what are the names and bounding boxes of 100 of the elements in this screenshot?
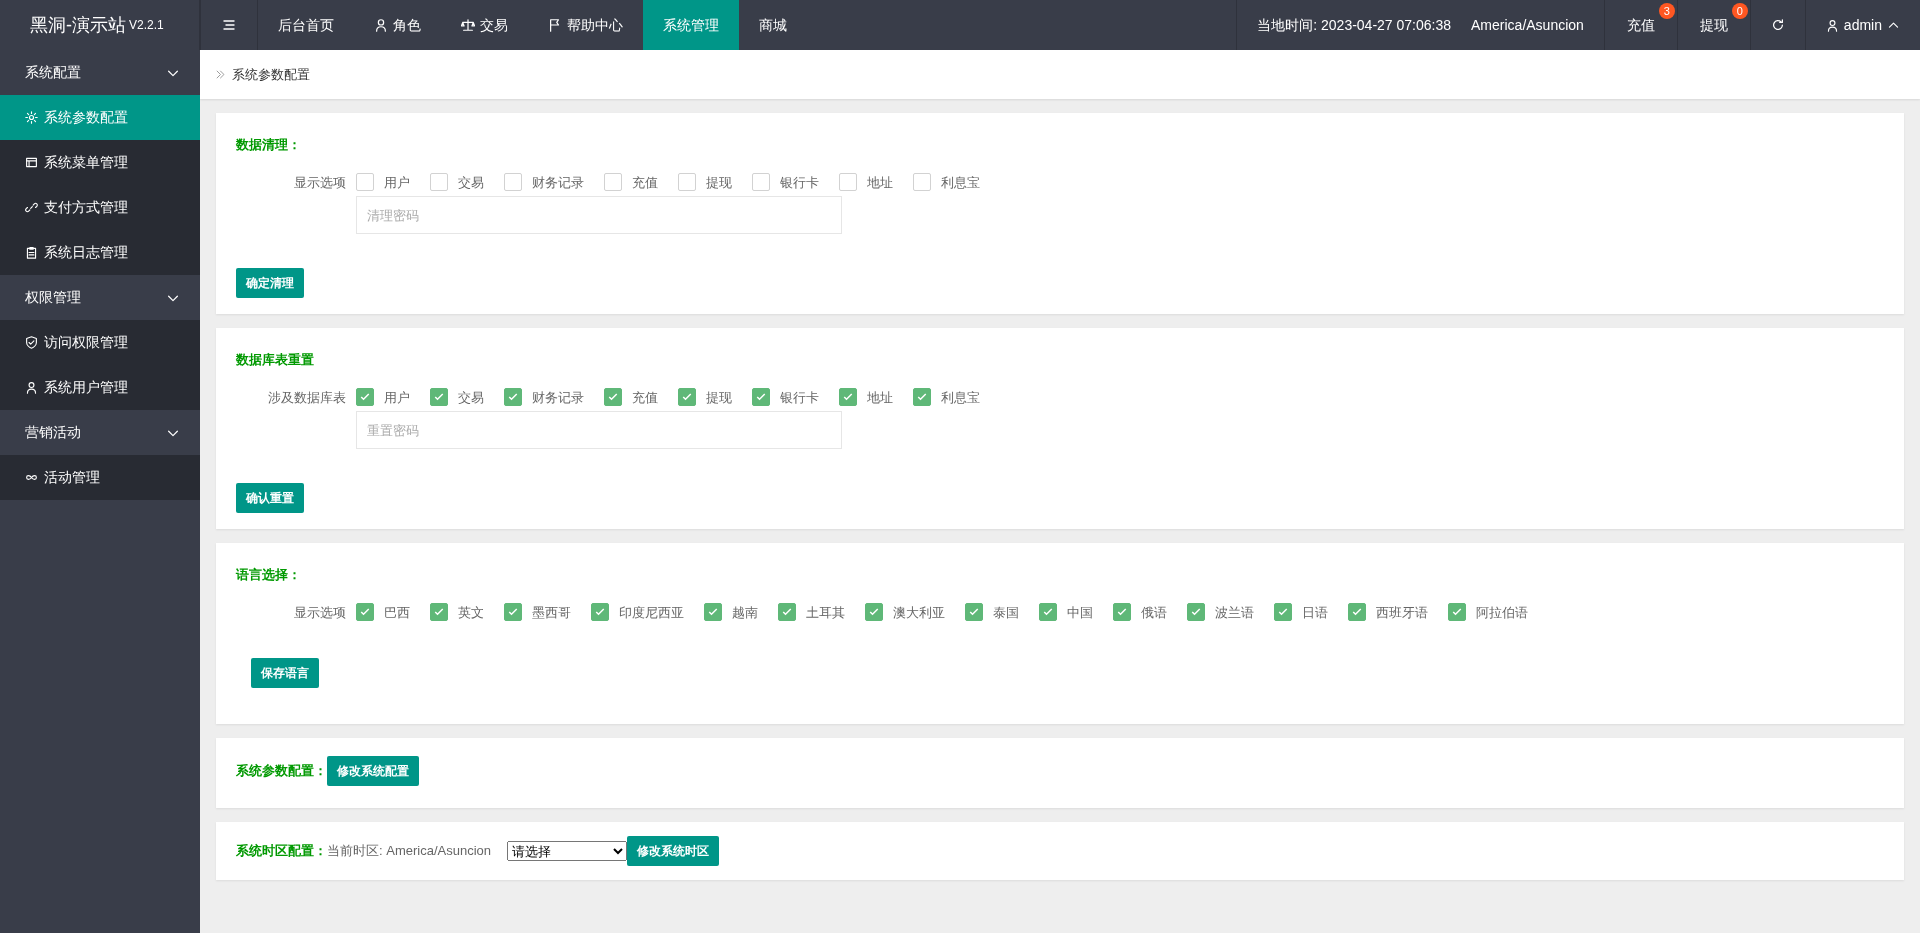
checkbox[interactable] <box>865 603 883 622</box>
checkbox-label: 波兰语 <box>1215 603 1254 622</box>
checkbox-label: 用户 <box>384 173 410 192</box>
count-badge: 0 <box>1731 2 1748 19</box>
checkbox[interactable] <box>430 388 448 407</box>
nav-tab[interactable]: 商城 <box>739 0 807 50</box>
section-title: 系统参数配置： <box>236 762 327 781</box>
submit-button[interactable]: 确认重置 <box>236 483 304 513</box>
password-field[interactable]: 重置密码 <box>356 411 842 449</box>
checkbox-label: 利息宝 <box>941 388 980 407</box>
checkbox[interactable] <box>752 173 770 192</box>
version-label: V2.2.1 <box>129 18 164 32</box>
checkbox-label: 银行卡 <box>780 173 819 192</box>
section-title: 语言选择： <box>236 566 302 584</box>
checkbox[interactable] <box>678 173 696 192</box>
section-title: 系统时区配置： <box>236 842 327 861</box>
checkbox-label: 提现 <box>706 173 732 192</box>
checkbox-label: 阿拉伯语 <box>1476 603 1528 622</box>
submit-button[interactable]: 保存语言 <box>251 658 319 688</box>
sidebar-item[interactable]: 系统用户管理 <box>0 365 200 410</box>
checkbox-label: 俄语 <box>1141 603 1167 622</box>
submit-button[interactable]: 修改系统时区 <box>627 836 719 866</box>
checkbox[interactable] <box>1448 603 1466 622</box>
checkbox[interactable] <box>1187 603 1205 622</box>
timezone-select[interactable]: 请选择 <box>507 841 627 861</box>
sidebar-item[interactable]: 系统菜单管理 <box>0 140 200 185</box>
checkbox-label: 财务记录 <box>532 388 584 407</box>
checkbox-label: 英文 <box>458 603 484 622</box>
section-title: 数据库表重置 <box>236 351 315 369</box>
submit-button[interactable]: 修改系统配置 <box>327 756 419 786</box>
current-timezone-text: 当前时区: America/Asuncion <box>327 842 491 861</box>
checkbox-label: 巴西 <box>384 603 410 622</box>
checkbox[interactable] <box>913 173 931 192</box>
nav-tab[interactable]: 帮助中心 <box>528 0 643 50</box>
checkbox-label: 日语 <box>1302 603 1328 622</box>
scale-icon <box>461 18 475 32</box>
checkbox-label: 澳大利亚 <box>893 603 945 622</box>
gear-icon <box>25 111 38 124</box>
window-icon <box>25 156 38 169</box>
user-icon <box>1825 18 1839 32</box>
checkbox[interactable] <box>839 388 857 407</box>
checkbox[interactable] <box>965 603 983 622</box>
timezone-text: America/Asuncion <box>1471 15 1584 35</box>
nav-tab[interactable]: 系统管理 <box>643 0 739 50</box>
checkbox[interactable] <box>1274 603 1292 622</box>
checkbox-label: 地址 <box>867 388 893 407</box>
checkbox[interactable] <box>1348 603 1366 622</box>
link-icon <box>25 201 38 214</box>
checkbox[interactable] <box>1039 603 1057 622</box>
checkbox[interactable] <box>356 388 374 407</box>
checkbox[interactable] <box>591 603 609 622</box>
checkbox[interactable] <box>356 603 374 622</box>
field-label: 显示选项 <box>293 603 347 622</box>
checkbox[interactable] <box>504 388 522 407</box>
checkbox[interactable] <box>430 603 448 622</box>
checkbox[interactable] <box>504 603 522 622</box>
user-icon <box>25 381 38 394</box>
checkbox-label: 印度尼西亚 <box>619 603 684 622</box>
sidebar-item[interactable]: 系统日志管理 <box>0 230 200 275</box>
nav-tab[interactable]: 角色 <box>354 0 441 50</box>
sidebar-item[interactable]: 系统参数配置 <box>0 95 200 140</box>
password-field[interactable]: 清理密码 <box>356 196 842 234</box>
refresh-icon <box>1770 18 1785 32</box>
flag-icon <box>548 18 562 32</box>
checkbox[interactable] <box>752 388 770 407</box>
submit-button[interactable]: 确定清理 <box>236 268 304 298</box>
checkbox[interactable] <box>1113 603 1131 622</box>
checkbox-label: 交易 <box>458 388 484 407</box>
count-badge: 3 <box>1658 2 1675 19</box>
sidebar-item[interactable]: 访问权限管理 <box>0 320 200 365</box>
checkbox-label: 土耳其 <box>806 603 845 622</box>
sidebar-item[interactable]: 支付方式管理 <box>0 185 200 230</box>
sidebar-item[interactable]: 活动管理 <box>0 455 200 500</box>
checkbox-label: 充值 <box>632 173 658 192</box>
field-label: 显示选项 <box>293 173 347 192</box>
checkbox-label: 中国 <box>1067 603 1093 622</box>
checkbox[interactable] <box>430 173 448 192</box>
checkbox[interactable] <box>504 173 522 192</box>
checkbox-label: 用户 <box>384 388 410 407</box>
checkbox[interactable] <box>704 603 722 622</box>
section-title: 数据清理： <box>236 136 302 154</box>
checkbox-label: 提现 <box>706 388 732 407</box>
nav-tab[interactable]: 交易 <box>441 0 528 50</box>
field-label: 涉及数据库表 <box>267 388 347 407</box>
local-time-text: 当地时间: 2023-04-27 07:06:38 <box>1257 15 1452 35</box>
checkbox[interactable] <box>913 388 931 407</box>
checkbox-label: 越南 <box>732 603 758 622</box>
checkbox-label: 利息宝 <box>941 173 980 192</box>
shield-icon <box>25 336 38 349</box>
checkbox[interactable] <box>356 173 374 192</box>
checkbox[interactable] <box>778 603 796 622</box>
double-chevron-icon <box>215 69 226 80</box>
checkbox[interactable] <box>604 388 622 407</box>
checkbox[interactable] <box>604 173 622 192</box>
checkbox[interactable] <box>839 173 857 192</box>
checkbox[interactable] <box>678 388 696 407</box>
checkbox-label: 墨西哥 <box>532 603 571 622</box>
checkbox-label: 银行卡 <box>780 388 819 407</box>
checkbox-label: 地址 <box>867 173 893 192</box>
checkbox-label: 充值 <box>632 388 658 407</box>
